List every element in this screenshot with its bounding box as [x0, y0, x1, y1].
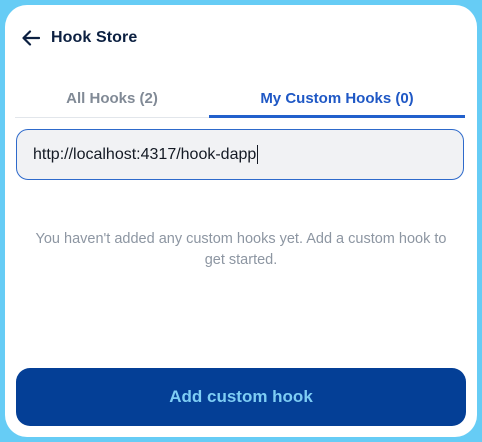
- header: Hook Store: [20, 23, 137, 53]
- add-custom-hook-label: Add custom hook: [169, 387, 313, 406]
- hook-url-value: http://localhost:4317/hook-dapp: [33, 145, 257, 163]
- hook-store-panel: Hook Store All Hooks (2) My Custom Hooks…: [5, 5, 477, 437]
- back-button[interactable]: [20, 27, 42, 49]
- tab-bar: All Hooks (2) My Custom Hooks (0): [5, 77, 477, 120]
- text-caret: [257, 145, 259, 164]
- empty-state-message: You haven't added any custom hooks yet. …: [35, 231, 447, 268]
- active-tab-indicator: [209, 115, 465, 118]
- page-title: Hook Store: [51, 29, 138, 46]
- tab-all-hooks[interactable]: All Hooks (2): [15, 77, 209, 120]
- add-custom-hook-button[interactable]: Add custom hook: [16, 368, 466, 426]
- arrow-left-icon: [22, 30, 40, 46]
- tab-my-custom-hooks[interactable]: My Custom Hooks (0): [209, 77, 465, 120]
- hook-url-input[interactable]: http://localhost:4317/hook-dapp: [16, 129, 464, 180]
